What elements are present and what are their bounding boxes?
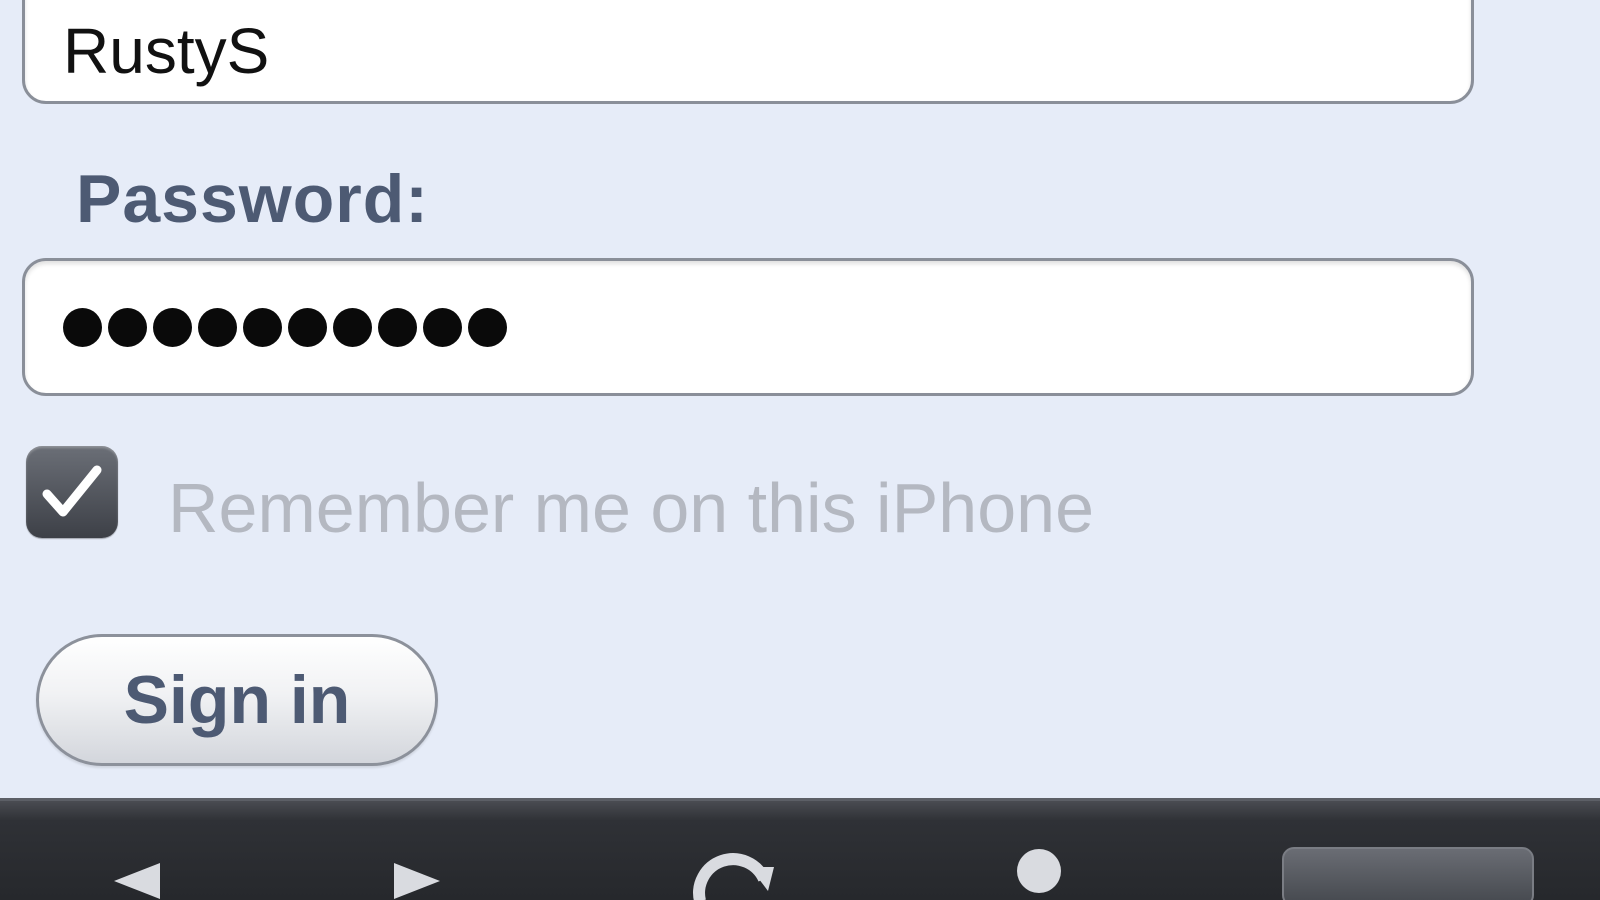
password-dot (198, 307, 237, 347)
remember-me-checkbox[interactable] (26, 446, 118, 538)
password-dot (468, 307, 507, 347)
reload-icon[interactable] (688, 847, 778, 900)
password-dot (288, 307, 327, 347)
account-icon[interactable] (1004, 843, 1074, 900)
password-dot (153, 307, 192, 347)
remember-me-label[interactable]: Remember me on this iPhone (168, 468, 1094, 548)
password-dot (378, 307, 417, 347)
forward-arrow-icon[interactable] (384, 859, 444, 900)
checkmark-icon (42, 465, 102, 517)
password-dot (423, 307, 462, 347)
password-field[interactable] (22, 258, 1474, 396)
username-value: RustyS (63, 15, 270, 87)
password-dot (333, 307, 372, 347)
login-page: RustyS Password: Remember me on this iPh… (0, 0, 1600, 900)
sign-in-button[interactable]: Sign in (36, 634, 438, 766)
password-dot (243, 307, 282, 347)
browser-toolbar (0, 798, 1600, 900)
username-field[interactable]: RustyS (22, 0, 1474, 104)
back-arrow-icon[interactable] (110, 859, 170, 900)
password-dot (63, 307, 102, 347)
password-label: Password: (76, 161, 429, 237)
tabs-icon[interactable] (1282, 847, 1534, 900)
password-mask (63, 307, 507, 347)
password-dot (108, 307, 147, 347)
